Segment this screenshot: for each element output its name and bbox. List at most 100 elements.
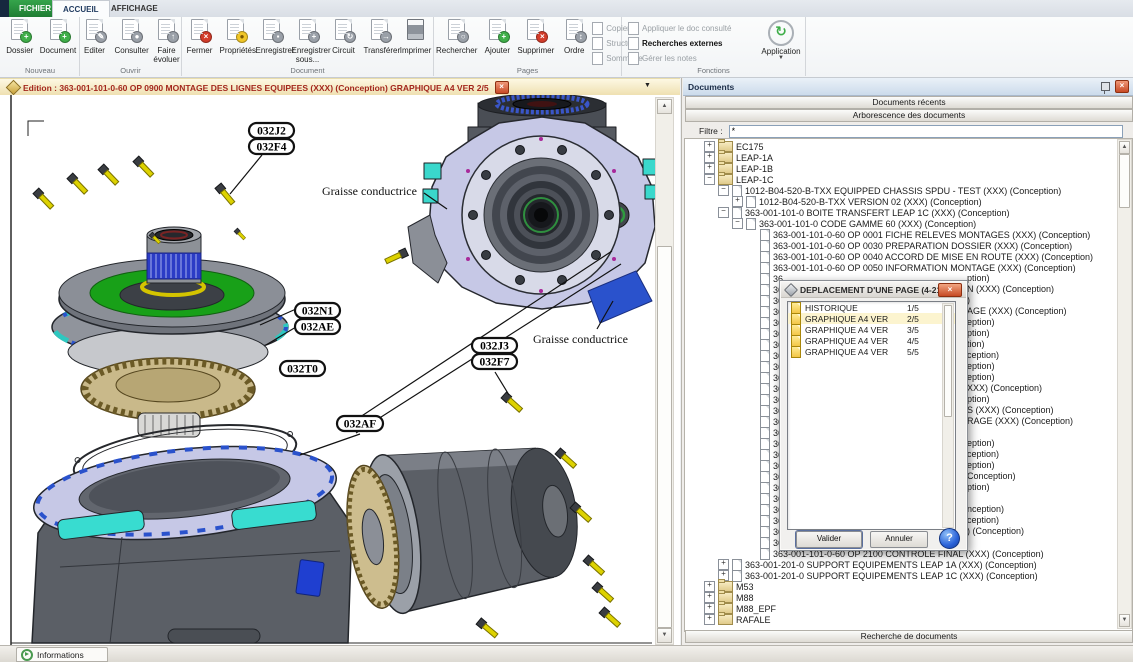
tree-row[interactable]: − 363-001-101-0 BOITE TRANSFERT LEAP 1C … <box>685 207 1132 218</box>
expand-icon[interactable]: + <box>704 152 715 163</box>
scroll-down-icon[interactable]: ▼ <box>1119 614 1130 627</box>
ribbon-small-button[interactable]: Recherches externes <box>628 37 757 50</box>
expand-icon[interactable]: + <box>704 581 715 592</box>
tree-item-label: 1012-B04-520-B-TXX VERSION 02 (XXX) (Con… <box>759 197 982 207</box>
close-icon[interactable]: × <box>938 283 962 297</box>
tree-item-label-fragment: eption) <box>967 317 995 328</box>
expand-icon[interactable]: + <box>704 614 715 625</box>
tree-row[interactable]: + LEAP-1B <box>685 163 1132 174</box>
ribbon-button[interactable]: ✎ Editer <box>77 19 113 65</box>
scroll-down-icon[interactable]: ▼ <box>657 628 672 643</box>
document-icon: + <box>489 19 506 40</box>
expand-icon[interactable]: − <box>704 174 715 185</box>
tree-row[interactable]: + EC175 <box>685 141 1132 152</box>
drawing-canvas[interactable]: 032J2 032F4 032N1 032AE 032T0 032AF 032J… <box>0 95 680 645</box>
tree-row[interactable]: 363-001-101-0-60 OP 0030 PREPARATION DOS… <box>685 240 1132 251</box>
tree-item-label: 363-001-101-0-60 OP 0001 FICHE RELEVES M… <box>773 230 1090 240</box>
application-icon: ↻ <box>768 20 794 46</box>
ribbon-button[interactable]: ↑ Faire évoluer <box>149 19 185 65</box>
tree-row[interactable]: + M53 <box>685 581 1132 592</box>
tree-item-label-fragment: Conception) <box>967 471 1016 482</box>
tree-row[interactable]: − 363-001-101-0 CODE GAMME 60 (XXX) (Con… <box>685 218 1132 229</box>
tree-row[interactable]: − 1012-B04-520-B-TXX EQUIPPED CHASSIS SP… <box>685 185 1132 196</box>
expand-icon[interactable]: + <box>718 559 729 570</box>
ribbon-button[interactable]: × Fermer <box>182 19 218 65</box>
expand-icon[interactable]: − <box>718 185 729 196</box>
tree-row[interactable]: + M88 <box>685 592 1132 603</box>
tree-row[interactable]: 363-001-101-0-60 OP 0001 FICHE RELEVES M… <box>685 229 1132 240</box>
tree-row[interactable]: + 363-001-201-0 SUPPORT EQUIPEMENTS LEAP… <box>685 559 1132 570</box>
page-list-item[interactable]: GRAPHIQUE A4 VER 3/5 <box>788 324 955 335</box>
ribbon-button[interactable]: ↻ Circuit <box>326 19 362 65</box>
expand-icon[interactable]: + <box>704 141 715 152</box>
ribbon-button[interactable]: ▪ Enregistrer <box>254 19 290 65</box>
expand-icon[interactable]: + <box>732 196 743 207</box>
tree-row[interactable]: + RAFALE <box>685 614 1132 625</box>
ribbon-button[interactable]: + Dossier <box>2 19 38 56</box>
tree-row[interactable]: 363-001-101-0-60 OP 0040 ACCORD DE MISE … <box>685 251 1132 262</box>
filter-label: Filtre : <box>699 126 723 136</box>
dialog-icon <box>784 282 798 296</box>
scroll-up-icon[interactable]: ▲ <box>1119 141 1130 154</box>
ribbon-button[interactable]: + Document <box>38 19 78 56</box>
dialog-title: DEPLACEMENT D'UNE PAGE (4-21) <box>800 285 944 295</box>
tree-row[interactable]: + 1012-B04-520-B-TXX VERSION 02 (XXX) (C… <box>685 196 1132 207</box>
ribbon-button[interactable]: ● Consulter <box>113 19 149 65</box>
svg-text:032T0: 032T0 <box>287 364 318 376</box>
page-list-item[interactable]: GRAPHIQUE A4 VER 5/5 <box>788 346 955 357</box>
expand-icon[interactable]: + <box>704 603 715 614</box>
document-icon <box>628 37 639 50</box>
svg-text:032F4: 032F4 <box>256 142 286 154</box>
section-arborescence[interactable]: Arborescence des documents <box>685 109 1133 122</box>
close-icon[interactable]: × <box>1115 80 1129 93</box>
tree-item-label: LEAP-1C <box>736 175 774 185</box>
tree-row[interactable]: + LEAP-1A <box>685 152 1132 163</box>
pin-icon[interactable] <box>1101 82 1110 91</box>
viewer-scrollbar-thumb[interactable] <box>657 246 672 628</box>
informations-tab[interactable]: Informations <box>16 647 108 662</box>
ribbon-button[interactable]: → Transférer <box>362 19 398 65</box>
expand-icon[interactable]: − <box>732 218 743 229</box>
panel-title: Documents <box>688 82 1101 92</box>
tree-row[interactable]: + M88_EPF <box>685 603 1132 614</box>
tree-item-label: LEAP-1A <box>736 153 773 163</box>
tree-item-label-fragment: ption) <box>967 394 990 405</box>
section-documents-recents[interactable]: Documents récents <box>685 96 1133 109</box>
tree-scrollbar[interactable]: ▲ ▼ <box>1117 139 1132 629</box>
tree-row[interactable]: − LEAP-1C <box>685 174 1132 185</box>
tree-row[interactable]: 363-001-101-0-60 OP 0050 INFORMATION MON… <box>685 262 1132 273</box>
close-icon[interactable]: × <box>495 81 509 94</box>
filter-input[interactable] <box>729 125 1123 138</box>
page-list-item[interactable]: GRAPHIQUE A4 VER 4/5 <box>788 335 955 346</box>
svg-text:032AE: 032AE <box>301 322 335 334</box>
expand-icon[interactable]: + <box>704 163 715 174</box>
help-icon[interactable]: ? <box>939 528 960 549</box>
list-scrollbar[interactable] <box>942 303 954 528</box>
expand-icon[interactable]: − <box>718 207 729 218</box>
list-scrollbar-thumb[interactable] <box>944 305 952 417</box>
tree-row[interactable]: + 363-001-201-0 SUPPORT EQUIPEMENTS LEAP… <box>685 570 1132 581</box>
tree-item-label: 1012-B04-520-B-TXX EQUIPPED CHASSIS SPDU… <box>745 186 1061 196</box>
tree-item-label: 363-001-101-0 CODE GAMME 60 (XXX) (Conce… <box>759 219 976 229</box>
annuler-button[interactable]: Annuler <box>870 531 928 548</box>
scroll-up-icon[interactable]: ▲ <box>657 99 672 114</box>
ribbon-button[interactable]: Imprimer <box>398 19 434 65</box>
badge-icon: + <box>59 31 71 43</box>
ribbon-button[interactable]: + Enregistrer sous... <box>290 19 326 65</box>
ribbon-button[interactable]: ● Propriétés <box>218 19 254 65</box>
viewer-scrollbar[interactable]: ▲ ▼ <box>655 97 674 645</box>
chevron-down-icon[interactable]: ▼ <box>644 82 651 89</box>
callout-032T0: 032T0 <box>280 361 325 376</box>
ribbon-small-button[interactable]: Appliquer le doc consulté <box>628 22 757 35</box>
ribbon-small-button[interactable]: Gérer les notes <box>628 52 757 65</box>
page-list-item[interactable]: HISTORIQUE 1/5 <box>788 302 955 313</box>
tree-item-label-fragment: eption) <box>967 372 995 383</box>
page-list-item[interactable]: GRAPHIQUE A4 VER 2/5 <box>788 313 955 324</box>
expand-icon[interactable]: + <box>704 592 715 603</box>
tab-affichage[interactable]: AFFICHAGE <box>101 0 168 17</box>
tree-item-icon <box>732 185 742 197</box>
section-recherche[interactable]: Recherche de documents <box>685 630 1133 643</box>
valider-button[interactable]: Valider <box>796 531 862 548</box>
page-list[interactable]: HISTORIQUE 1/5 GRAPHIQUE A4 VER 2/5 GRAP… <box>787 301 956 530</box>
tree-scrollbar-thumb[interactable] <box>1119 154 1130 208</box>
